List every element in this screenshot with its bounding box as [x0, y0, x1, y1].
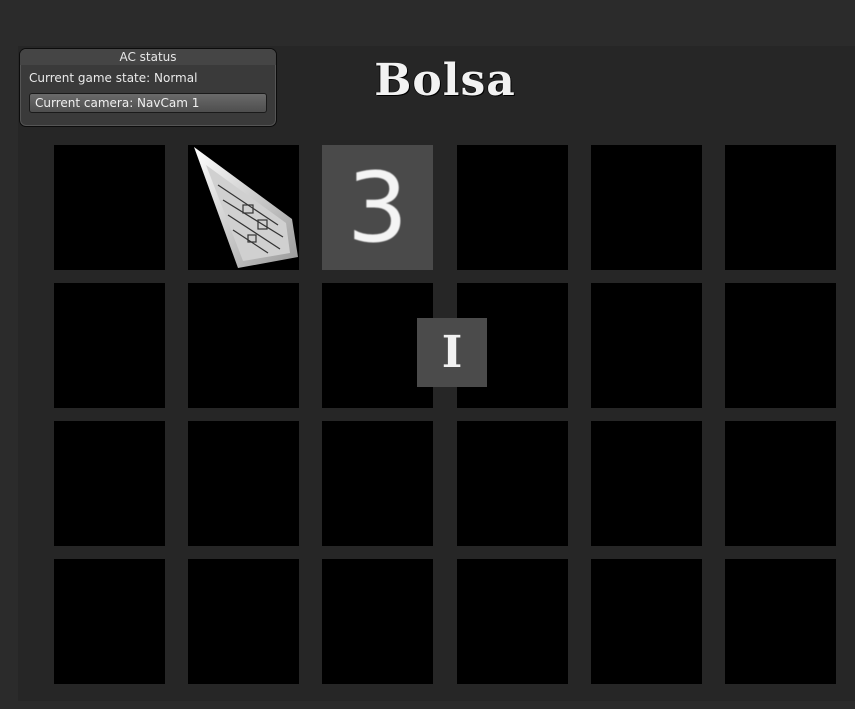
grid-cell[interactable] — [457, 559, 568, 684]
grid-cell[interactable] — [188, 145, 299, 270]
grid-cell[interactable] — [457, 145, 568, 270]
camera-button[interactable]: Current camera: NavCam 1 — [29, 93, 267, 113]
grid-cell[interactable] — [188, 559, 299, 684]
revealed-digit: 3 — [346, 151, 409, 264]
grid-cell[interactable] — [188, 283, 299, 408]
grid-cell[interactable] — [591, 421, 702, 546]
grid-cell[interactable] — [591, 145, 702, 270]
panel-header: AC status — [20, 49, 276, 65]
grid-cell[interactable] — [322, 559, 433, 684]
card-image-icon — [194, 147, 298, 268]
grid-cell[interactable] — [725, 421, 836, 546]
game-title: Bolsa — [374, 55, 516, 106]
grid-cell[interactable] — [188, 421, 299, 546]
grid-cell[interactable] — [457, 421, 568, 546]
grid-cell[interactable] — [54, 559, 165, 684]
grid-cell-revealed[interactable]: 3 — [322, 145, 433, 270]
grid-cell[interactable] — [54, 283, 165, 408]
grid-cell[interactable] — [591, 283, 702, 408]
grid-cell[interactable] — [725, 559, 836, 684]
grid-cell[interactable] — [322, 421, 433, 546]
cursor-tile: I — [417, 318, 487, 387]
grid-cell[interactable] — [725, 283, 836, 408]
grid-cell[interactable] — [54, 145, 165, 270]
grid-cell[interactable] — [54, 421, 165, 546]
grid-cell[interactable] — [725, 145, 836, 270]
grid-cell[interactable] — [591, 559, 702, 684]
top-bar — [0, 0, 855, 46]
ac-status-panel: AC status Current game state: Normal Cur… — [19, 48, 277, 127]
game-state-label: Current game state: Normal — [29, 71, 198, 85]
flipping-card — [188, 145, 299, 270]
